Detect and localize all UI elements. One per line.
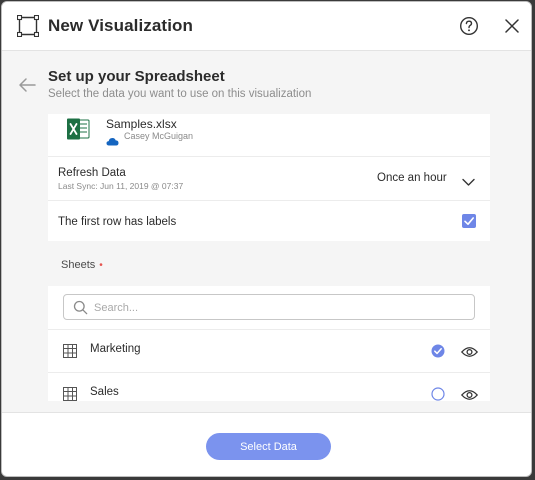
dialog-header: New Visualization xyxy=(2,2,531,51)
sheets-section-label: Sheets • xyxy=(61,259,103,271)
sheet-selected-checkmark-icon[interactable] xyxy=(431,344,445,358)
sheets-list-card: Marketing Sales xyxy=(48,286,490,401)
file-owner: Casey McGuigan xyxy=(124,131,194,141)
sheet-search-input[interactable] xyxy=(94,299,464,316)
sheet-unselected-circle-icon[interactable] xyxy=(431,387,445,401)
close-icon[interactable] xyxy=(503,17,521,35)
eye-icon[interactable] xyxy=(460,388,479,400)
visualization-frame-icon xyxy=(16,14,40,38)
sheet-search-box[interactable] xyxy=(63,294,475,320)
sheet-row[interactable]: Marketing xyxy=(48,329,490,372)
dialog-title: New Visualization xyxy=(48,16,193,35)
spreadsheet-settings-card: Samples.xlsx Casey McGuigan Refresh Data… xyxy=(48,114,490,241)
sheets-label-text: Sheets xyxy=(61,259,96,271)
file-name: Samples.xlsx xyxy=(106,117,177,131)
excel-icon xyxy=(66,118,90,140)
new-visualization-dialog: New Visualization Set up your Spreadshee… xyxy=(1,1,532,477)
search-icon xyxy=(73,300,88,315)
dialog-footer: Select Data xyxy=(2,412,531,476)
required-marker: • xyxy=(99,260,103,271)
divider xyxy=(48,200,490,201)
table-icon xyxy=(63,344,77,358)
eye-icon[interactable] xyxy=(460,345,479,357)
back-arrow-icon[interactable] xyxy=(17,75,37,95)
chevron-down-icon xyxy=(462,174,475,186)
table-icon xyxy=(63,387,77,401)
sheet-name: Marketing xyxy=(90,343,141,355)
step-title: Set up your Spreadsheet xyxy=(48,68,225,85)
divider xyxy=(48,156,490,157)
sheet-name: Sales xyxy=(90,386,119,398)
onedrive-cloud-icon xyxy=(106,133,119,146)
select-data-button[interactable]: Select Data xyxy=(206,433,331,460)
first-row-labels-label: The first row has labels xyxy=(58,216,177,228)
last-sync-text: Last Sync: Jun 11, 2019 @ 07:37 xyxy=(58,181,184,191)
first-row-labels-checkbox[interactable] xyxy=(462,214,476,228)
refresh-data-label: Refresh Data xyxy=(58,167,126,179)
step-subtitle: Select the data you want to use on this … xyxy=(48,88,312,100)
sheet-row[interactable]: Sales xyxy=(48,372,490,401)
help-icon[interactable] xyxy=(459,16,479,36)
refresh-interval-value: Once an hour xyxy=(377,172,447,184)
refresh-interval-dropdown[interactable]: Once an hour xyxy=(368,170,478,188)
